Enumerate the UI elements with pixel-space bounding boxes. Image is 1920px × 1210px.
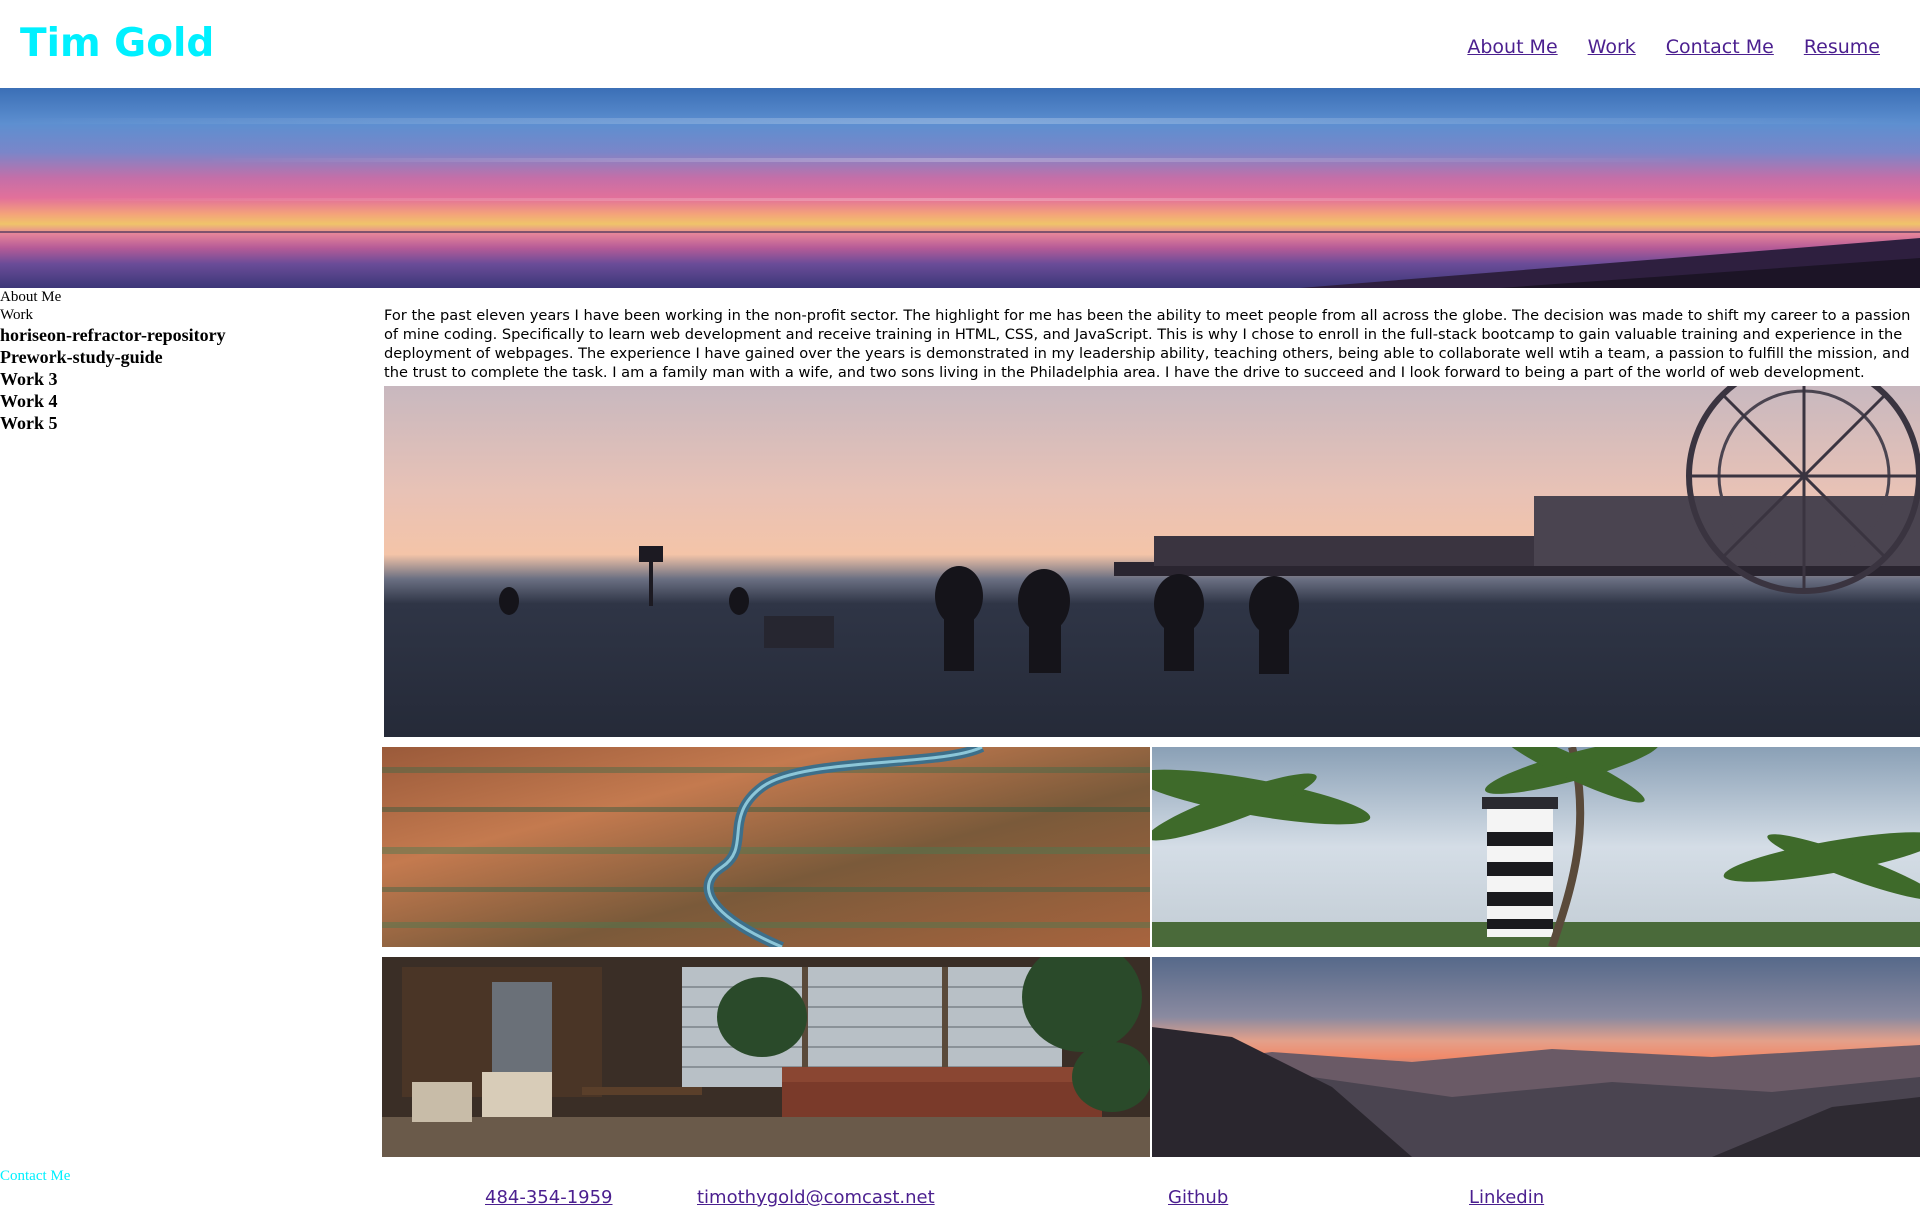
site-header: Tim Gold About Me Work Contact Me Resume xyxy=(0,0,1920,88)
sidebar-contact-me-label: Contact Me xyxy=(0,1168,71,1184)
lighthouse-photo[interactable] xyxy=(1152,747,1920,947)
sidebar-work-label: Work xyxy=(0,307,33,323)
site-title: Tim Gold xyxy=(20,21,215,66)
phone-link[interactable]: 484-354-1959 xyxy=(485,1186,613,1210)
nav-work-link[interactable]: Work xyxy=(1588,34,1636,60)
sidebar-project-horiseon[interactable]: horiseon-refractor-repository xyxy=(0,324,380,346)
nav-about-me-link[interactable]: About Me xyxy=(1467,34,1557,60)
lounge-interior-photo[interactable] xyxy=(382,957,1150,1157)
linkedin-link[interactable]: Linkedin xyxy=(1469,1186,1544,1210)
nav-resume-link[interactable]: Resume xyxy=(1804,34,1880,60)
sidebar: About Me Work horiseon-refractor-reposit… xyxy=(0,288,380,434)
github-link[interactable]: Github xyxy=(1168,1186,1228,1210)
mountain-sunset-photo[interactable] xyxy=(1152,957,1920,1157)
sidebar-project-work-5[interactable]: Work 5 xyxy=(0,412,380,434)
sidebar-project-prework[interactable]: Prework-study-guide xyxy=(0,346,380,368)
sidebar-project-work-3[interactable]: Work 3 xyxy=(0,368,380,390)
pier-sunset-photo[interactable] xyxy=(384,386,1920,737)
river-aerial-photo[interactable] xyxy=(382,747,1150,947)
email-link[interactable]: timothygold@comcast.net xyxy=(697,1186,935,1210)
hero-banner-image xyxy=(0,88,1920,288)
about-paragraph: For the past eleven years I have been wo… xyxy=(384,307,1911,381)
top-nav: About Me Work Contact Me Resume xyxy=(1467,34,1880,60)
sidebar-about-label: About Me xyxy=(0,289,62,305)
sidebar-project-work-4[interactable]: Work 4 xyxy=(0,390,380,412)
portfolio-page: Tim Gold About Me Work Contact Me Resume xyxy=(0,0,1920,1210)
nav-contact-me-link[interactable]: Contact Me xyxy=(1666,34,1774,60)
